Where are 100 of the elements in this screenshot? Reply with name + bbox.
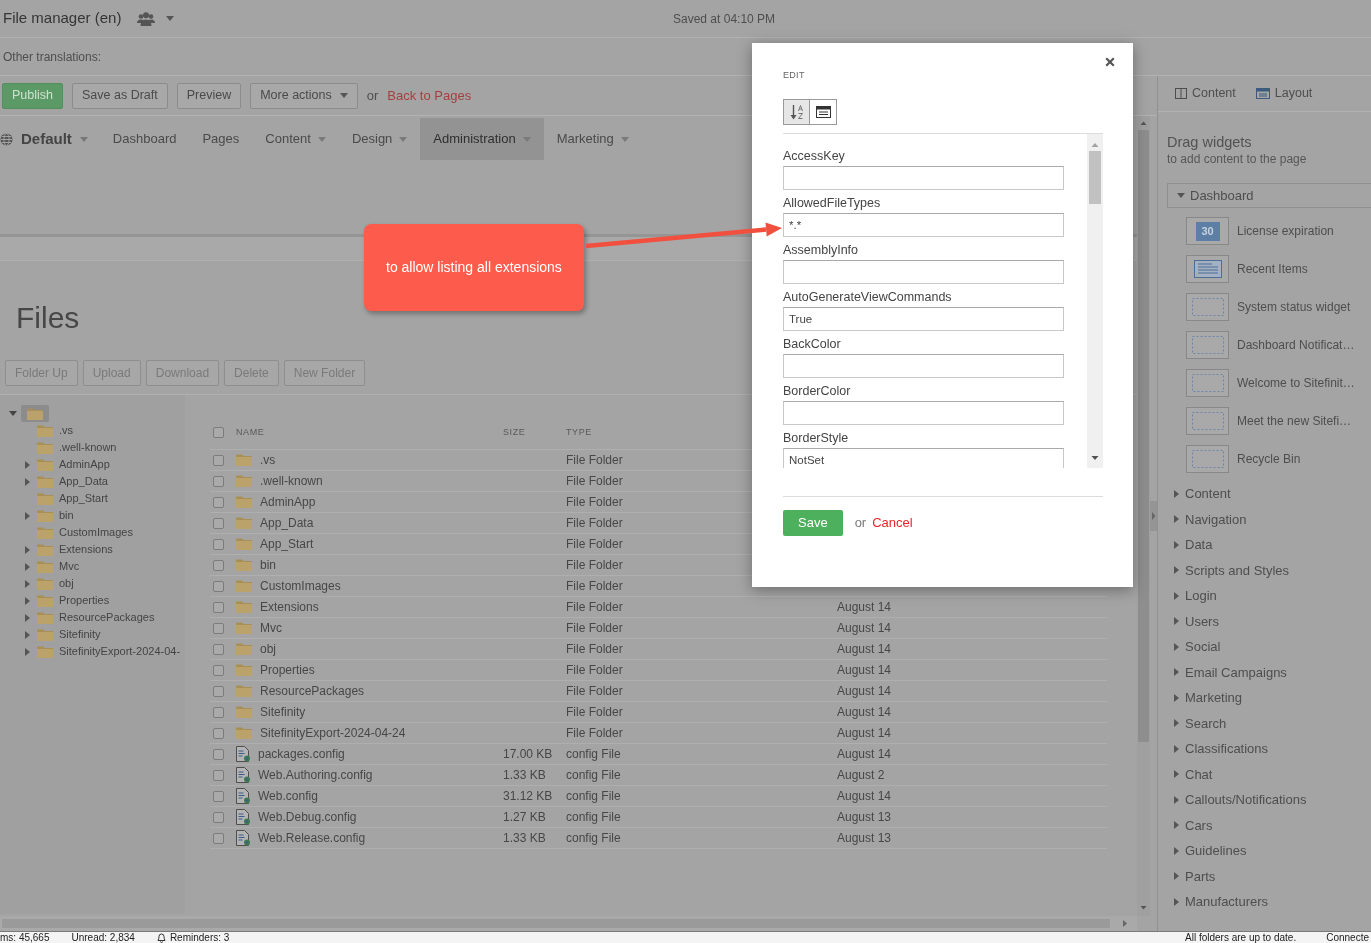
file-name[interactable]: SitefinityExport-2024-04-24 (260, 723, 406, 742)
widget-thumbnail[interactable] (1186, 293, 1229, 321)
row-checkbox[interactable] (213, 790, 224, 802)
category-item[interactable]: Email Campaigns (1167, 659, 1287, 685)
widget-thumbnail[interactable]: 30 (1186, 217, 1229, 245)
tree-item[interactable]: CustomImages (22, 524, 133, 541)
widget-label[interactable]: Dashboard Notificat… (1237, 336, 1355, 354)
back-link[interactable]: Back to Pages (387, 85, 472, 106)
tree-item[interactable]: Mvc (22, 558, 80, 575)
category-item[interactable]: Parts (1167, 863, 1216, 889)
column-header[interactable]: NAME (232, 417, 503, 449)
input-field[interactable]: NotSet (783, 448, 1064, 468)
file-name[interactable]: AdminApp (260, 492, 316, 511)
input-field[interactable] (783, 166, 1064, 190)
close-button[interactable] (1105, 57, 1115, 67)
file-name[interactable]: Extensions (260, 597, 319, 616)
row-checkbox[interactable] (213, 811, 224, 823)
widget-thumbnail[interactable] (1186, 331, 1229, 359)
row-checkbox[interactable] (213, 643, 224, 655)
row-checkbox[interactable] (213, 664, 224, 676)
file-name[interactable]: obj (260, 639, 276, 658)
input-field[interactable] (783, 260, 1064, 284)
widget-label[interactable]: Welcome to Sitefinit… (1237, 374, 1355, 392)
row-checkbox[interactable] (213, 727, 224, 739)
row-checkbox[interactable] (213, 454, 224, 466)
row-checkbox[interactable] (213, 622, 224, 634)
widget-label[interactable]: Meet the new Sitefi… (1237, 412, 1352, 430)
file-name[interactable]: App_Data (260, 513, 314, 532)
row-checkbox[interactable] (213, 748, 224, 760)
tree-item[interactable] (21, 405, 49, 422)
row-checkbox[interactable] (213, 538, 224, 550)
widget-thumbnail[interactable] (1186, 407, 1229, 435)
category-item[interactable]: Callouts/Notifications (1167, 787, 1307, 813)
panel-tab[interactable]: Content (1175, 84, 1236, 103)
file-name[interactable]: Sitefinity (260, 702, 306, 721)
widget-thumbnail[interactable] (1186, 369, 1229, 397)
row-checkbox[interactable] (213, 601, 224, 613)
category-item[interactable]: Cars (1167, 812, 1213, 838)
widget-thumbnail[interactable] (1186, 445, 1229, 473)
nav-tab[interactable]: Content (252, 118, 339, 160)
row-checkbox[interactable] (213, 559, 224, 571)
row-checkbox[interactable] (213, 517, 224, 529)
widget-label[interactable]: System status widget (1237, 298, 1351, 316)
row-checkbox[interactable] (213, 769, 224, 781)
input-field[interactable]: *.* (783, 213, 1064, 237)
nav-tab[interactable]: Design (338, 118, 421, 160)
widget-label[interactable]: Recycle Bin (1237, 450, 1301, 468)
tree-item[interactable]: Extensions (22, 541, 113, 558)
file-name[interactable]: .vs (260, 450, 276, 469)
site-selector[interactable]: Default (0, 118, 88, 160)
category-header[interactable]: Dashboard (1167, 183, 1371, 208)
widget-thumbnail[interactable] (1186, 255, 1229, 283)
file-name[interactable]: App_Start (260, 534, 314, 553)
category-item[interactable]: Content (1167, 481, 1231, 507)
input-field[interactable]: True (783, 307, 1064, 331)
file-name[interactable]: .well-known (260, 471, 323, 490)
primary-button[interactable]: Publish (2, 82, 63, 109)
file-name[interactable]: CustomImages (260, 576, 341, 595)
tree-item[interactable]: bin (22, 507, 74, 524)
tree-item[interactable]: SitefinityExport-2024-04- (22, 643, 181, 660)
category-item[interactable]: Chat (1167, 761, 1213, 787)
input-field[interactable] (783, 354, 1064, 378)
category-item[interactable]: Guidelines (1167, 838, 1247, 864)
file-name[interactable]: Web.config (258, 786, 318, 805)
category-item[interactable]: Classifications (1167, 736, 1269, 762)
file-name[interactable]: Mvc (260, 618, 282, 637)
file-name[interactable]: Properties (260, 660, 315, 679)
view-toggle[interactable] (783, 99, 810, 125)
row-checkbox[interactable] (213, 475, 224, 487)
tree-item[interactable]: ResourcePackages (22, 609, 155, 626)
category-item[interactable]: Scripts and Styles (1167, 557, 1290, 583)
input-field[interactable] (783, 401, 1064, 425)
action-button[interactable]: Save as Draft (72, 82, 168, 109)
widget-label[interactable]: Recent Items (1237, 260, 1308, 278)
tree-item[interactable]: App_Start (22, 490, 108, 507)
category-item[interactable]: Users (1167, 608, 1219, 634)
file-name[interactable]: packages.config (258, 744, 345, 763)
nav-tab[interactable]: Administration (420, 118, 544, 160)
view-toggle[interactable] (810, 99, 837, 125)
column-header[interactable]: SIZE (503, 417, 566, 449)
action-button[interactable]: Preview (176, 82, 242, 109)
file-name[interactable]: ResourcePackages (260, 681, 365, 700)
category-item[interactable]: Navigation (1167, 506, 1247, 532)
category-item[interactable]: Data (1167, 532, 1213, 558)
select-all-checkbox[interactable] (213, 427, 224, 439)
tree-item[interactable]: AdminApp (22, 456, 110, 473)
widget-label[interactable]: License expiration (1237, 222, 1334, 240)
row-checkbox[interactable] (213, 496, 224, 508)
cancel-link[interactable]: Cancel (872, 513, 913, 533)
tree-item[interactable]: App_Data (22, 473, 108, 490)
row-checkbox[interactable] (213, 706, 224, 718)
nav-tab[interactable]: Dashboard (99, 118, 190, 160)
row-checkbox[interactable] (213, 685, 224, 697)
category-item[interactable]: Search (1167, 710, 1227, 736)
panel-tab[interactable]: Layout (1255, 84, 1313, 103)
tree-item[interactable]: obj (22, 575, 74, 592)
tree-item[interactable]: Sitefinity (22, 626, 101, 643)
nav-tab[interactable]: Marketing (543, 118, 642, 160)
file-name[interactable]: bin (260, 555, 276, 574)
tree-item[interactable]: .well-known (22, 439, 117, 456)
